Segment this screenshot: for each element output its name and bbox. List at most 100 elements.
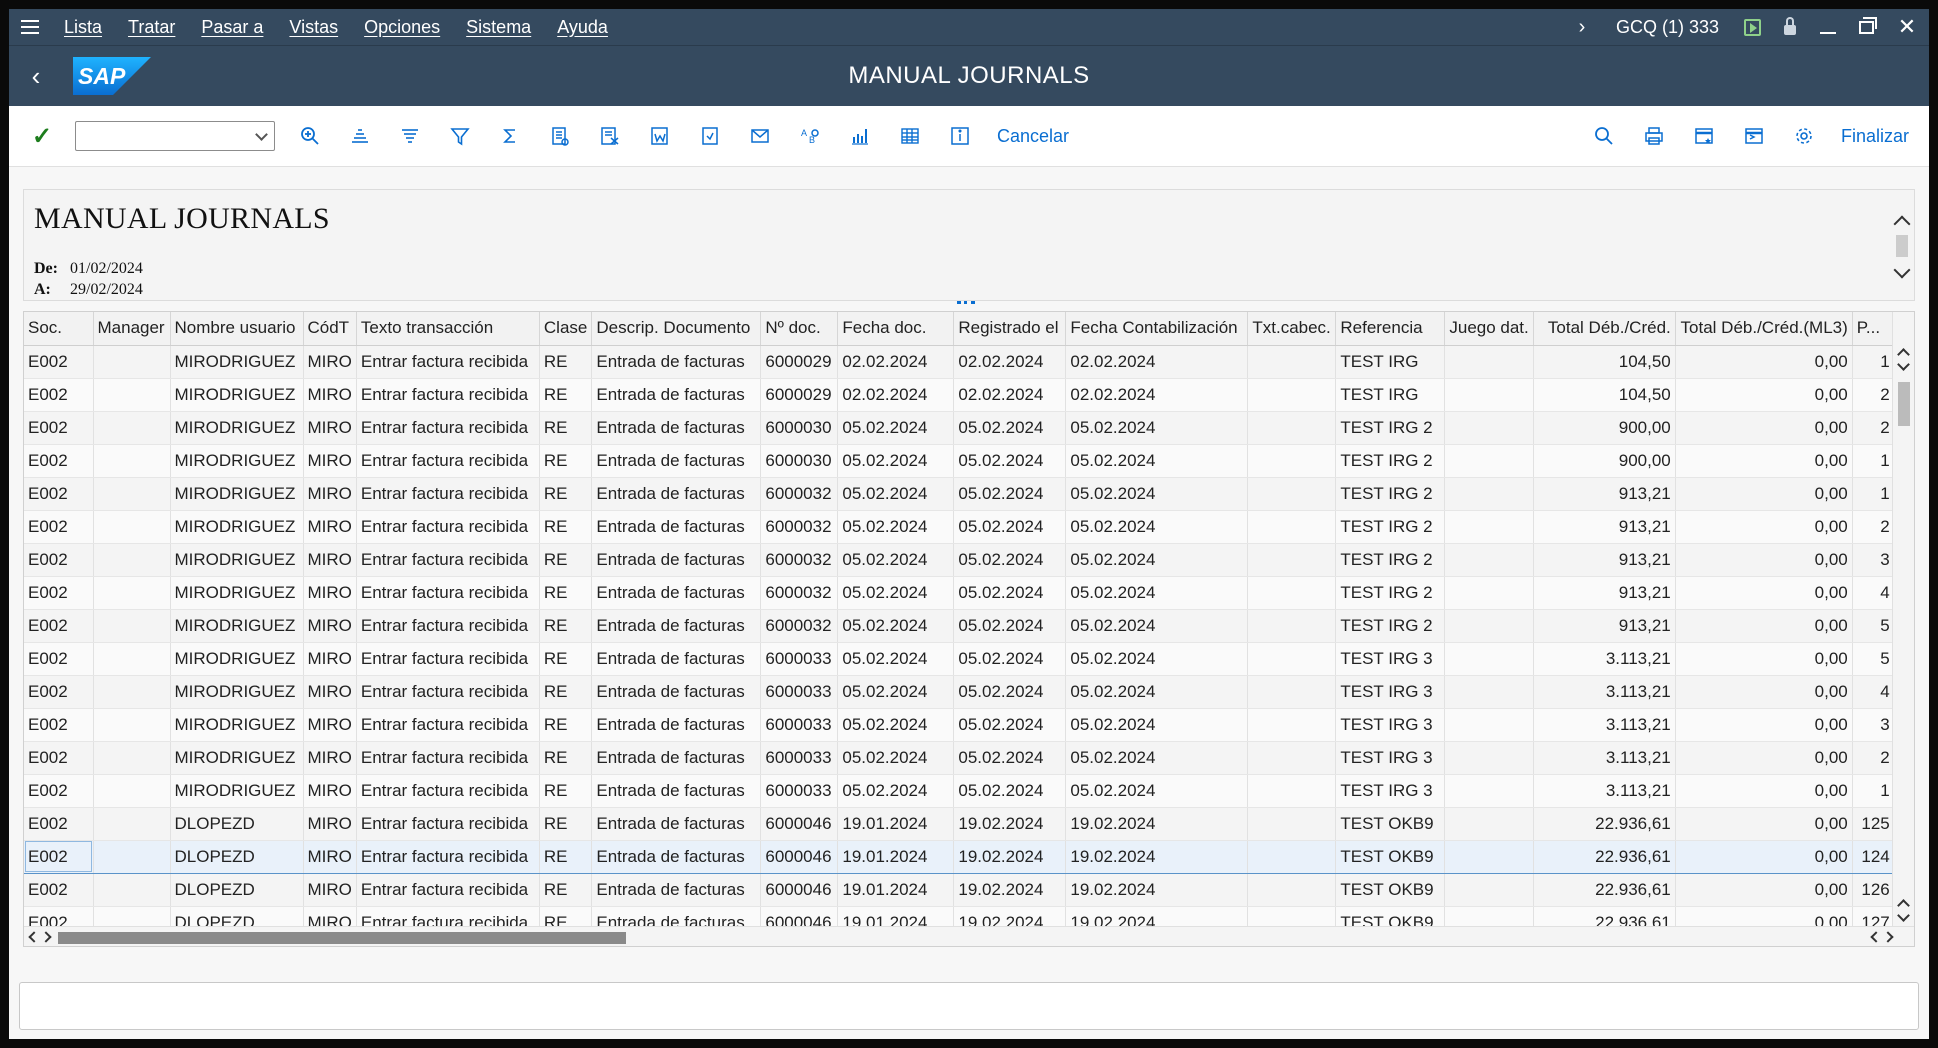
table-cell[interactable]	[1444, 642, 1534, 676]
table-cell[interactable]: MIRO	[303, 510, 357, 544]
subtotal-icon[interactable]	[535, 114, 585, 158]
table-cell[interactable]: Entrar factura recibida	[356, 741, 540, 775]
column-header[interactable]: Total Déb./Créd.(ML3)	[1675, 312, 1853, 346]
sort-descending-icon[interactable]	[385, 114, 435, 158]
table-cell[interactable]: MIRO	[303, 543, 357, 577]
table-cell[interactable]: 6000046	[760, 839, 839, 874]
hamburger-menu-icon[interactable]	[9, 9, 51, 46]
table-cell[interactable]: Entrada de facturas	[591, 839, 762, 874]
table-cell[interactable]: 05.02.2024	[953, 411, 1067, 445]
table-cell[interactable]: 3.113,21	[1533, 741, 1676, 775]
table-cell[interactable]	[1247, 708, 1337, 742]
scroll-right-icon[interactable]	[1882, 931, 1894, 943]
table-cell[interactable]	[93, 345, 171, 379]
table-cell[interactable]: 19.01.2024	[837, 839, 955, 874]
table-cell[interactable]: Entrada de facturas	[591, 741, 762, 775]
table-cell[interactable]: 05.02.2024	[1065, 774, 1249, 808]
table-cell[interactable]: 3	[1852, 543, 1895, 577]
chevron-right-icon[interactable]: ›	[1562, 16, 1602, 39]
table-cell[interactable]	[93, 774, 171, 808]
splitter-handle[interactable]	[957, 301, 975, 307]
table-cell[interactable]: Entrada de facturas	[591, 708, 762, 742]
table-cell[interactable]: MIRO	[303, 708, 357, 742]
table-cell[interactable]	[93, 378, 171, 412]
table-cell[interactable]: Entrada de facturas	[591, 873, 762, 907]
table-cell[interactable]: 0,00	[1675, 642, 1853, 676]
table-cell[interactable]: RE	[539, 543, 593, 577]
table-cell[interactable]: MIRO	[303, 675, 357, 709]
table-cell[interactable]	[93, 477, 171, 511]
table-cell[interactable]: 125	[1852, 807, 1895, 841]
table-cell[interactable]: 05.02.2024	[953, 543, 1067, 577]
table-row[interactable]: E002 MIRODRIGUEZ MIRO Entrar factura recibi…	[24, 774, 1895, 808]
table-cell[interactable]: 6000033	[760, 642, 839, 676]
scroll-right-icon[interactable]	[40, 931, 52, 943]
table-cell[interactable]: RE	[539, 609, 593, 643]
column-header[interactable]: Juego dat.	[1444, 312, 1534, 346]
column-header[interactable]: Descrip. Documento	[591, 312, 762, 346]
table-cell[interactable]: E002	[24, 609, 94, 643]
table-cell[interactable]: 05.02.2024	[953, 741, 1067, 775]
table-cell[interactable]	[1247, 675, 1337, 709]
scroll-left-icon[interactable]	[28, 931, 40, 943]
table-cell[interactable]	[93, 444, 171, 478]
table-cell[interactable]: 05.02.2024	[953, 642, 1067, 676]
table-cell[interactable]	[93, 543, 171, 577]
new-window-icon[interactable]	[1679, 114, 1729, 158]
table-cell[interactable]: MIRODRIGUEZ	[170, 576, 304, 610]
table-row[interactable]: E002 MIRODRIGUEZ MIRO Entrar factura recibi…	[24, 510, 1895, 544]
table-row[interactable]: E002 MIRODRIGUEZ MIRO Entrar factura recibi…	[24, 576, 1895, 610]
table-cell[interactable]: MIRODRIGUEZ	[170, 642, 304, 676]
table-cell[interactable]	[1444, 444, 1534, 478]
table-cell[interactable]: TEST IRG 2	[1335, 609, 1446, 643]
table-cell[interactable]: RE	[539, 576, 593, 610]
table-cell[interactable]: Entrar factura recibida	[356, 378, 540, 412]
table-cell[interactable]: MIRODRIGUEZ	[170, 345, 304, 379]
column-header[interactable]: Clase	[539, 312, 593, 346]
table-cell[interactable]: 05.02.2024	[1065, 675, 1249, 709]
table-cell[interactable]: 3.113,21	[1533, 708, 1676, 742]
table-cell[interactable]	[1444, 708, 1534, 742]
table-cell[interactable]: Entrada de facturas	[591, 576, 762, 610]
table-cell[interactable]	[93, 675, 171, 709]
table-row[interactable]: E002 MIRODRIGUEZ MIRO Entrar factura recibi…	[24, 741, 1895, 775]
column-header[interactable]: Registrado el	[953, 312, 1067, 346]
table-cell[interactable]: 05.02.2024	[1065, 642, 1249, 676]
filter-icon[interactable]	[435, 114, 485, 158]
table-cell[interactable]	[1444, 576, 1534, 610]
table-cell[interactable]	[1444, 609, 1534, 643]
column-header[interactable]: Referencia	[1335, 312, 1446, 346]
table-cell[interactable]: 6000029	[760, 378, 839, 412]
table-row[interactable]: E002 MIRODRIGUEZ MIRO Entrar factura recibi…	[24, 609, 1895, 643]
table-row[interactable]: E002 MIRODRIGUEZ MIRO Entrar factura recibi…	[24, 675, 1895, 709]
table-cell[interactable]: 02.02.2024	[1065, 345, 1249, 379]
table-cell[interactable]	[1247, 741, 1337, 775]
table-cell[interactable]: 0,00	[1675, 873, 1853, 907]
table-cell[interactable]	[1444, 510, 1534, 544]
table-cell[interactable]	[93, 873, 171, 907]
table-cell[interactable]: 900,00	[1533, 411, 1676, 445]
table-cell[interactable]: MIRODRIGUEZ	[170, 708, 304, 742]
table-cell[interactable]: 1	[1852, 345, 1895, 379]
table-cell[interactable]: E002	[24, 345, 94, 379]
table-cell[interactable]: 19.02.2024	[953, 807, 1067, 841]
close-icon[interactable]: ✕	[1885, 9, 1929, 46]
table-cell[interactable]: TEST IRG 2	[1335, 510, 1446, 544]
table-cell[interactable]: MIRODRIGUEZ	[170, 741, 304, 775]
table-cell[interactable]: 0,00	[1675, 345, 1853, 379]
table-cell[interactable]: E002	[24, 477, 94, 511]
table-cell[interactable]: MIRODRIGUEZ	[170, 444, 304, 478]
table-cell[interactable]: RE	[539, 873, 593, 907]
table-cell[interactable]	[93, 642, 171, 676]
table-cell[interactable]: Entrar factura recibida	[356, 839, 540, 874]
table-cell[interactable]: RE	[539, 378, 593, 412]
table-cell[interactable]: Entrar factura recibida	[356, 642, 540, 676]
scrollbar-thumb[interactable]	[58, 932, 626, 944]
table-cell[interactable]: 3.113,21	[1533, 774, 1676, 808]
menu-ayuda[interactable]: Ayuda	[544, 17, 621, 38]
table-cell[interactable]: RE	[539, 741, 593, 775]
table-cell[interactable]: Entrar factura recibida	[356, 609, 540, 643]
table-cell[interactable]: 2	[1852, 411, 1895, 445]
column-header[interactable]: P...	[1852, 312, 1895, 346]
table-cell[interactable]: TEST IRG 2	[1335, 444, 1446, 478]
